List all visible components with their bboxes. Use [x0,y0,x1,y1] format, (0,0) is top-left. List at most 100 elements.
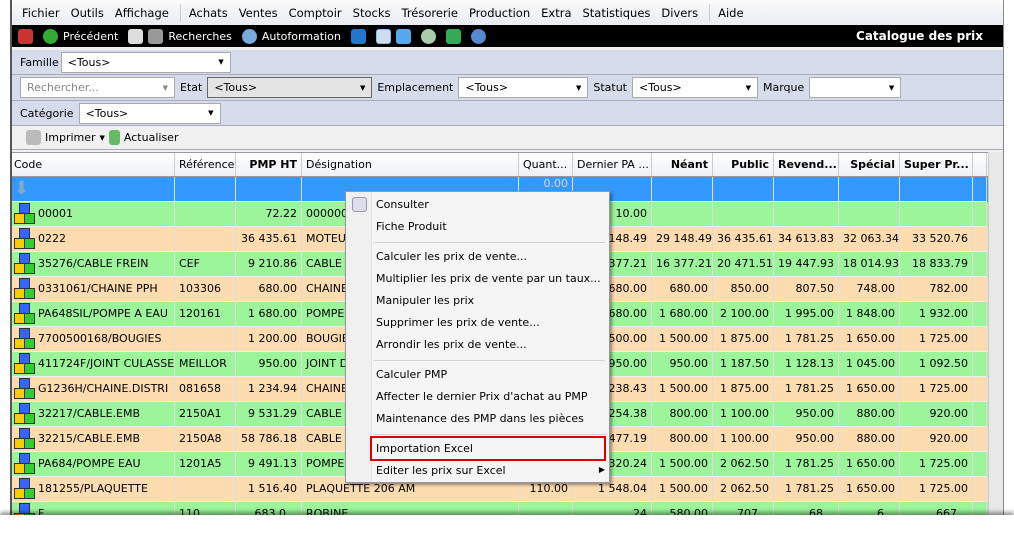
search-input[interactable]: Rechercher... [20,77,175,98]
previous-button[interactable]: Précédent [43,28,118,44]
table-cell: 19 447.93 [774,252,839,277]
table-cell: 32 063.34 [839,227,900,252]
refresh-button[interactable]: Actualiser [124,131,179,144]
table-cell [175,477,236,502]
context-menu-item[interactable]: Editer les prix sur Excel [376,460,506,482]
table-cell: 1201A5 [175,452,236,477]
context-menu-item[interactable]: Multiplier les prix de vente par un taux… [376,268,601,290]
column-header[interactable] [973,153,987,176]
emplacement-label: Emplacement [377,81,454,94]
table-cell: 1 932.00 [900,302,973,327]
table-cell: 0331061/CHAINE PPH [12,277,175,302]
training-button[interactable]: Autoformation [241,28,341,44]
table-cell [973,177,987,202]
etat-select[interactable]: <Tous> [207,77,373,98]
table-cell: 1 045.00 [839,352,900,377]
context-menu-item[interactable]: Supprimer les prix de vente... [376,312,540,334]
menu-stocks[interactable]: Stocks [349,6,395,20]
filter-button[interactable] [375,28,411,44]
chat-button[interactable] [420,28,436,44]
edit-icon [352,197,367,212]
menu-aide[interactable]: Aide [714,6,747,20]
column-header[interactable]: Super Pr... [900,153,973,176]
menu-affichage[interactable]: Affichage [111,6,173,20]
column-header[interactable]: Désignation [302,153,519,176]
code-text: 00001 [38,207,73,220]
statut-label: Statut [593,81,627,94]
context-menu-item[interactable]: Consulter [376,194,429,216]
menu-divers[interactable]: Divers [657,6,702,20]
context-menu-item[interactable]: Calculer PMP [376,364,447,386]
context-menu-item[interactable]: Affecter le dernier Prix d'achat au PMP [376,386,588,408]
help-button[interactable] [470,28,486,44]
context-menu-item[interactable]: Maintenance des PMP dans les pièces [376,408,584,430]
search-button[interactable]: Recherches [128,28,232,44]
emplacement-select[interactable]: <Tous> [458,77,589,98]
table-cell: 0222 [12,227,175,252]
help-icon [470,28,486,44]
menu-extra[interactable]: Extra [537,6,575,20]
menu-fichier[interactable]: Fichier [18,6,64,20]
table-cell: 2150A8 [175,427,236,452]
categorie-select[interactable]: <Tous> [78,102,221,124]
code-text: G1236H/CHAINE.DISTRI [38,382,169,395]
print-button[interactable]: Imprimer [45,131,96,144]
column-header[interactable]: Référence [175,153,236,176]
column-header[interactable]: PMP HT [236,153,302,176]
column-header[interactable]: Dernier PA ... [573,153,652,176]
code-text: 181255/PLAQUETTE [38,482,148,495]
home-icon [18,28,33,44]
table-cell [973,477,987,502]
statut-select[interactable]: <Tous> [632,77,758,98]
table-cell [973,277,987,302]
table-cell: 18 014.93 [839,252,900,277]
menu-achats[interactable]: Achats [185,6,232,20]
menu-separator [374,434,605,435]
globe-icon [241,28,257,44]
home-button[interactable] [18,28,33,44]
code-text: 7700500168/BOUGIES [38,332,162,345]
table-cell: 32217/CABLE.EMB [12,402,175,427]
table-cell [713,177,774,202]
column-header[interactable]: Spécial [839,153,900,176]
table-cell [973,352,987,377]
teamviewer-button[interactable] [350,28,366,44]
context-menu-item[interactable]: Importation Excel [376,438,473,460]
column-header[interactable]: Revend... [774,153,839,176]
grid-header: Code Référence PMP HT Désignation Quant... De… [12,152,988,177]
table-cell: 1 875.00 [713,377,774,402]
context-menu-item[interactable]: Calculer les prix de vente... [376,246,527,268]
column-header[interactable]: Quant... [519,153,573,176]
table-cell: 1 650.00 [839,327,900,352]
context-menu-item[interactable]: Arrondir les prix de vente... [376,334,527,356]
table-cell: 1 725.00 [900,477,973,502]
table-cell: 880.00 [839,427,900,452]
dropdown-arrow-icon[interactable]: ▼ [100,134,105,142]
actions-toolbar: Imprimer ▼ Actualiser [12,126,1003,150]
table-cell: 36 435.61 [236,227,302,252]
context-menu-item[interactable]: Manipuler les prix [376,290,474,312]
table-cell: 2 062.50 [713,477,774,502]
menu-comptoir[interactable]: Comptoir [285,6,346,20]
menu-outils[interactable]: Outils [67,6,108,20]
menu-tresorerie[interactable]: Trésorerie [397,6,461,20]
context-menu-item[interactable]: Fiche Produit [376,216,447,238]
statut-value: <Tous> [639,81,682,94]
table-cell [973,302,987,327]
column-header[interactable]: Public [713,153,774,176]
excel-button[interactable] [445,28,461,44]
table-cell: 950.00 [652,352,713,377]
menu-statistiques[interactable]: Statistiques [579,6,655,20]
table-cell: 9 210.86 [236,252,302,277]
table-cell [774,202,839,227]
menu-ventes[interactable]: Ventes [235,6,282,20]
menu-production[interactable]: Production [465,6,534,20]
table-cell: 1 680.00 [652,302,713,327]
table-cell: 120161 [175,302,236,327]
table-cell: 2 062.50 [713,452,774,477]
famille-select[interactable]: <Tous> [60,51,231,73]
marque-select[interactable] [809,77,902,98]
vertical-scrollbar[interactable] [988,152,1003,520]
column-header[interactable]: Néant [652,153,713,176]
column-header[interactable]: Code [12,153,175,176]
